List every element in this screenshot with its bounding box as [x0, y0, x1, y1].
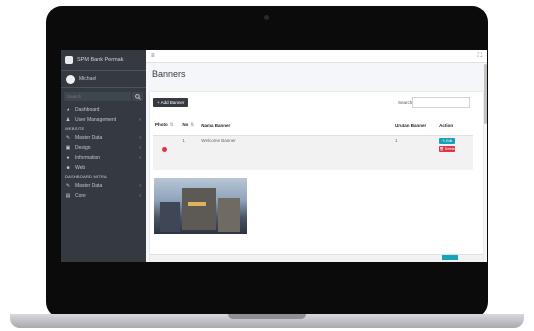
laptop-notch: [228, 314, 306, 319]
main-content: ≡ ⛶ Banners + Add Banner Search: Photo ⇅ …: [146, 50, 487, 262]
topbar: ≡ ⛶: [146, 50, 487, 63]
banners-table: Photo ⇅ No ⇅ Nama Banner Urutan Banner Act…: [153, 115, 473, 170]
scrollbar[interactable]: [484, 64, 487, 124]
sidebar-item-label: Master Data: [75, 135, 103, 141]
table-search-input[interactable]: [412, 97, 470, 108]
camera-dot: [264, 15, 269, 20]
user-icon: ♟: [65, 117, 71, 123]
photo-indicator-icon[interactable]: [162, 147, 167, 152]
delete-button[interactable]: 🗑 Delete: [439, 146, 456, 152]
chevron-left-icon: ‹: [139, 193, 141, 199]
table-row: 1 Welcome Banner 1 ✎ Edit 🗑 Delete: [153, 135, 473, 170]
web-icon: ■: [66, 165, 70, 171]
sidebar-item-label: User Management: [75, 117, 117, 123]
edit-button[interactable]: ✎ Edit: [439, 138, 456, 144]
column-header-no[interactable]: No ⇅: [180, 115, 200, 136]
table-header-row: Photo ⇅ No ⇅ Nama Banner Urutan Banner Act…: [153, 115, 473, 136]
sidebar-header-website: WEBSITE: [65, 126, 85, 131]
sidebar-item-label: Core: [75, 193, 86, 199]
dashboard-icon: ◕: [66, 107, 70, 113]
building-shape: [218, 198, 240, 232]
user-name: Michael: [79, 76, 97, 82]
banners-card: + Add Banner Search: Photo ⇅ No ⇅ Nama Ban…: [150, 92, 483, 262]
table-row: [150, 254, 483, 262]
banner-image: [154, 178, 247, 234]
sidebar-item-user-management[interactable]: ♟ User Management ‹: [61, 115, 146, 125]
chevron-left-icon: ‹: [139, 145, 141, 151]
sidebar: SPM Bank Permak Michael ◕ Dashboard ♟ Us…: [61, 50, 146, 262]
column-header-nama-banner[interactable]: Nama Banner: [199, 115, 393, 136]
page-title: Banners: [152, 69, 186, 79]
building-shape: [160, 202, 180, 232]
column-header-photo[interactable]: Photo ⇅: [153, 115, 181, 136]
fullscreen-icon[interactable]: ⛶: [478, 53, 482, 60]
avatar: [66, 74, 75, 84]
column-header-urutan-banner[interactable]: Urutan Banner: [392, 115, 438, 136]
sidebar-item-web[interactable]: ■ Web: [61, 163, 146, 173]
add-banner-button[interactable]: + Add Banner: [153, 98, 189, 107]
no-cell: 1: [180, 135, 200, 170]
chevron-left-icon: ‹: [139, 135, 141, 141]
brand-logo-icon: [65, 56, 73, 64]
sidebar-item-label: Web: [75, 165, 86, 171]
core-icon: ▤: [65, 193, 71, 199]
brand[interactable]: SPM Bank Permak: [61, 50, 146, 71]
pen-icon: ✎: [65, 183, 71, 189]
info-icon: ●: [66, 155, 70, 161]
sidebar-header-dashboard-mitra: DASHBOARD MITRA: [65, 174, 107, 179]
sidebar-item-dashboard[interactable]: ◕ Dashboard: [61, 105, 146, 115]
building-sign: [188, 202, 206, 206]
sidebar-item-design[interactable]: ▣ Design ‹: [61, 143, 146, 153]
sort-icon: ⇅: [190, 122, 195, 127]
sidebar-item-label: Dashboard: [75, 107, 100, 113]
chevron-left-icon: ‹: [139, 183, 141, 189]
action-cell: ✎ Edit 🗑 Delete: [437, 135, 473, 170]
image-icon: ▣: [65, 145, 71, 151]
sidebar-search: [64, 92, 143, 101]
brand-name: SPM Bank Permak: [77, 57, 124, 63]
menu-toggle-icon[interactable]: ≡: [151, 53, 155, 59]
pen-icon: ✎: [65, 135, 71, 141]
building-shape: [182, 188, 216, 230]
edit-button[interactable]: [442, 255, 458, 260]
sidebar-item-label: Master Data: [75, 183, 103, 189]
chevron-left-icon: ‹: [139, 155, 141, 161]
sidebar-item-core[interactable]: ▤ Core ‹: [61, 191, 146, 201]
chevron-left-icon: ‹: [139, 117, 141, 123]
sidebar-item-label: Information: [75, 155, 101, 161]
sidebar-item-label: Design: [75, 145, 91, 151]
sidebar-item-information[interactable]: ● Information ‹: [61, 153, 146, 163]
photo-cell: [153, 135, 181, 170]
column-header-action[interactable]: Action: [437, 115, 473, 136]
sidebar-search-input[interactable]: [64, 92, 131, 101]
order-cell: 1: [392, 135, 438, 170]
sort-icon: ⇅: [169, 122, 174, 127]
sidebar-item-master-data[interactable]: ✎ Master Data ‹: [61, 133, 146, 143]
app-window: SPM Bank Permak Michael ◕ Dashboard ♟ Us…: [61, 50, 487, 262]
search-icon[interactable]: [131, 92, 143, 101]
sidebar-item-master-data-2[interactable]: ✎ Master Data ‹: [61, 181, 146, 191]
name-cell: Welcome Banner: [199, 135, 393, 170]
user-panel[interactable]: Michael: [61, 71, 146, 88]
